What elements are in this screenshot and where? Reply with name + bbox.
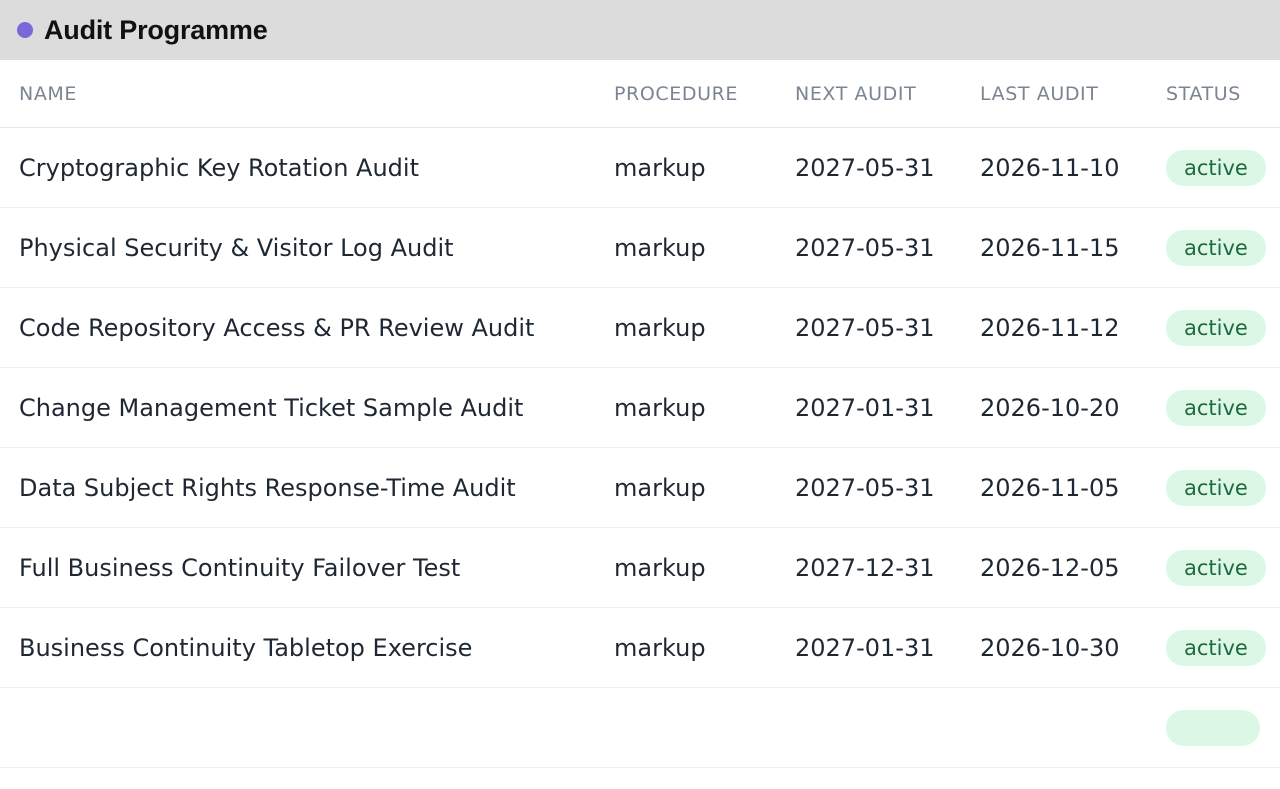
audit-table: NAME PROCEDURE NEXT AUDIT LAST AUDIT STA… <box>0 60 1280 768</box>
next-audit-date: 2027-05-31 <box>795 233 935 262</box>
last-audit-date: 2026-11-05 <box>980 473 1120 502</box>
table-row-partial[interactable] <box>0 688 1280 768</box>
status-dot-icon <box>17 22 33 38</box>
next-audit-date: 2027-05-31 <box>795 473 935 502</box>
status-cell: active <box>1166 608 1266 687</box>
status-cell <box>1166 688 1260 789</box>
next-audit-date: 2027-01-31 <box>795 393 935 422</box>
status-cell: active <box>1166 208 1266 287</box>
title-bar: Audit Programme <box>0 0 1280 60</box>
audit-name: Code Repository Access & PR Review Audit <box>19 313 535 342</box>
audit-name: Business Continuity Tabletop Exercise <box>19 633 473 662</box>
column-header-name[interactable]: NAME <box>19 60 77 127</box>
last-audit-date: 2026-10-20 <box>980 393 1120 422</box>
last-audit-date: 2026-11-15 <box>980 233 1120 262</box>
last-audit-date: 2026-11-12 <box>980 313 1120 342</box>
status-badge: active <box>1166 389 1266 426</box>
table-row[interactable]: Business Continuity Tabletop Exercise ma… <box>0 608 1280 688</box>
audit-procedure: markup <box>614 473 706 502</box>
column-header-next-audit[interactable]: NEXT AUDIT <box>795 60 916 127</box>
audit-procedure: markup <box>614 553 706 582</box>
next-audit-date: 2027-12-31 <box>795 553 935 582</box>
last-audit-date: 2026-11-10 <box>980 153 1120 182</box>
audit-procedure: markup <box>614 233 706 262</box>
status-badge-partial <box>1166 710 1260 746</box>
table-row[interactable]: Full Business Continuity Failover Test m… <box>0 528 1280 608</box>
window-title: Audit Programme <box>44 14 268 45</box>
next-audit-date: 2027-01-31 <box>795 633 935 662</box>
status-cell: active <box>1166 128 1266 207</box>
table-row[interactable]: Code Repository Access & PR Review Audit… <box>0 288 1280 368</box>
audit-procedure: markup <box>614 633 706 662</box>
status-badge: active <box>1166 309 1266 346</box>
status-badge: active <box>1166 229 1266 266</box>
table-header: NAME PROCEDURE NEXT AUDIT LAST AUDIT STA… <box>0 60 1280 128</box>
status-badge: active <box>1166 149 1266 186</box>
next-audit-date: 2027-05-31 <box>795 153 935 182</box>
audit-procedure: markup <box>614 393 706 422</box>
status-cell: active <box>1166 288 1266 367</box>
last-audit-date: 2026-10-30 <box>980 633 1120 662</box>
last-audit-date: 2026-12-05 <box>980 553 1120 582</box>
audit-name: Physical Security & Visitor Log Audit <box>19 233 454 262</box>
audit-procedure: markup <box>614 313 706 342</box>
column-header-status[interactable]: STATUS <box>1166 60 1241 127</box>
status-badge: active <box>1166 469 1266 506</box>
table-row[interactable]: Physical Security & Visitor Log Audit ma… <box>0 208 1280 288</box>
table-row[interactable]: Data Subject Rights Response-Time Audit … <box>0 448 1280 528</box>
column-header-procedure[interactable]: PROCEDURE <box>614 60 738 127</box>
audit-name: Data Subject Rights Response-Time Audit <box>19 473 516 502</box>
status-cell: active <box>1166 368 1266 447</box>
table-row[interactable]: Change Management Ticket Sample Audit ma… <box>0 368 1280 448</box>
next-audit-date: 2027-05-31 <box>795 313 935 342</box>
status-badge: active <box>1166 629 1266 666</box>
status-cell: active <box>1166 448 1266 527</box>
table-row[interactable]: Cryptographic Key Rotation Audit markup … <box>0 128 1280 208</box>
status-badge: active <box>1166 549 1266 586</box>
audit-name: Full Business Continuity Failover Test <box>19 553 461 582</box>
audit-name: Cryptographic Key Rotation Audit <box>19 153 419 182</box>
status-cell: active <box>1166 528 1266 607</box>
audit-name: Change Management Ticket Sample Audit <box>19 393 524 422</box>
audit-procedure: markup <box>614 153 706 182</box>
column-header-last-audit[interactable]: LAST AUDIT <box>980 60 1098 127</box>
